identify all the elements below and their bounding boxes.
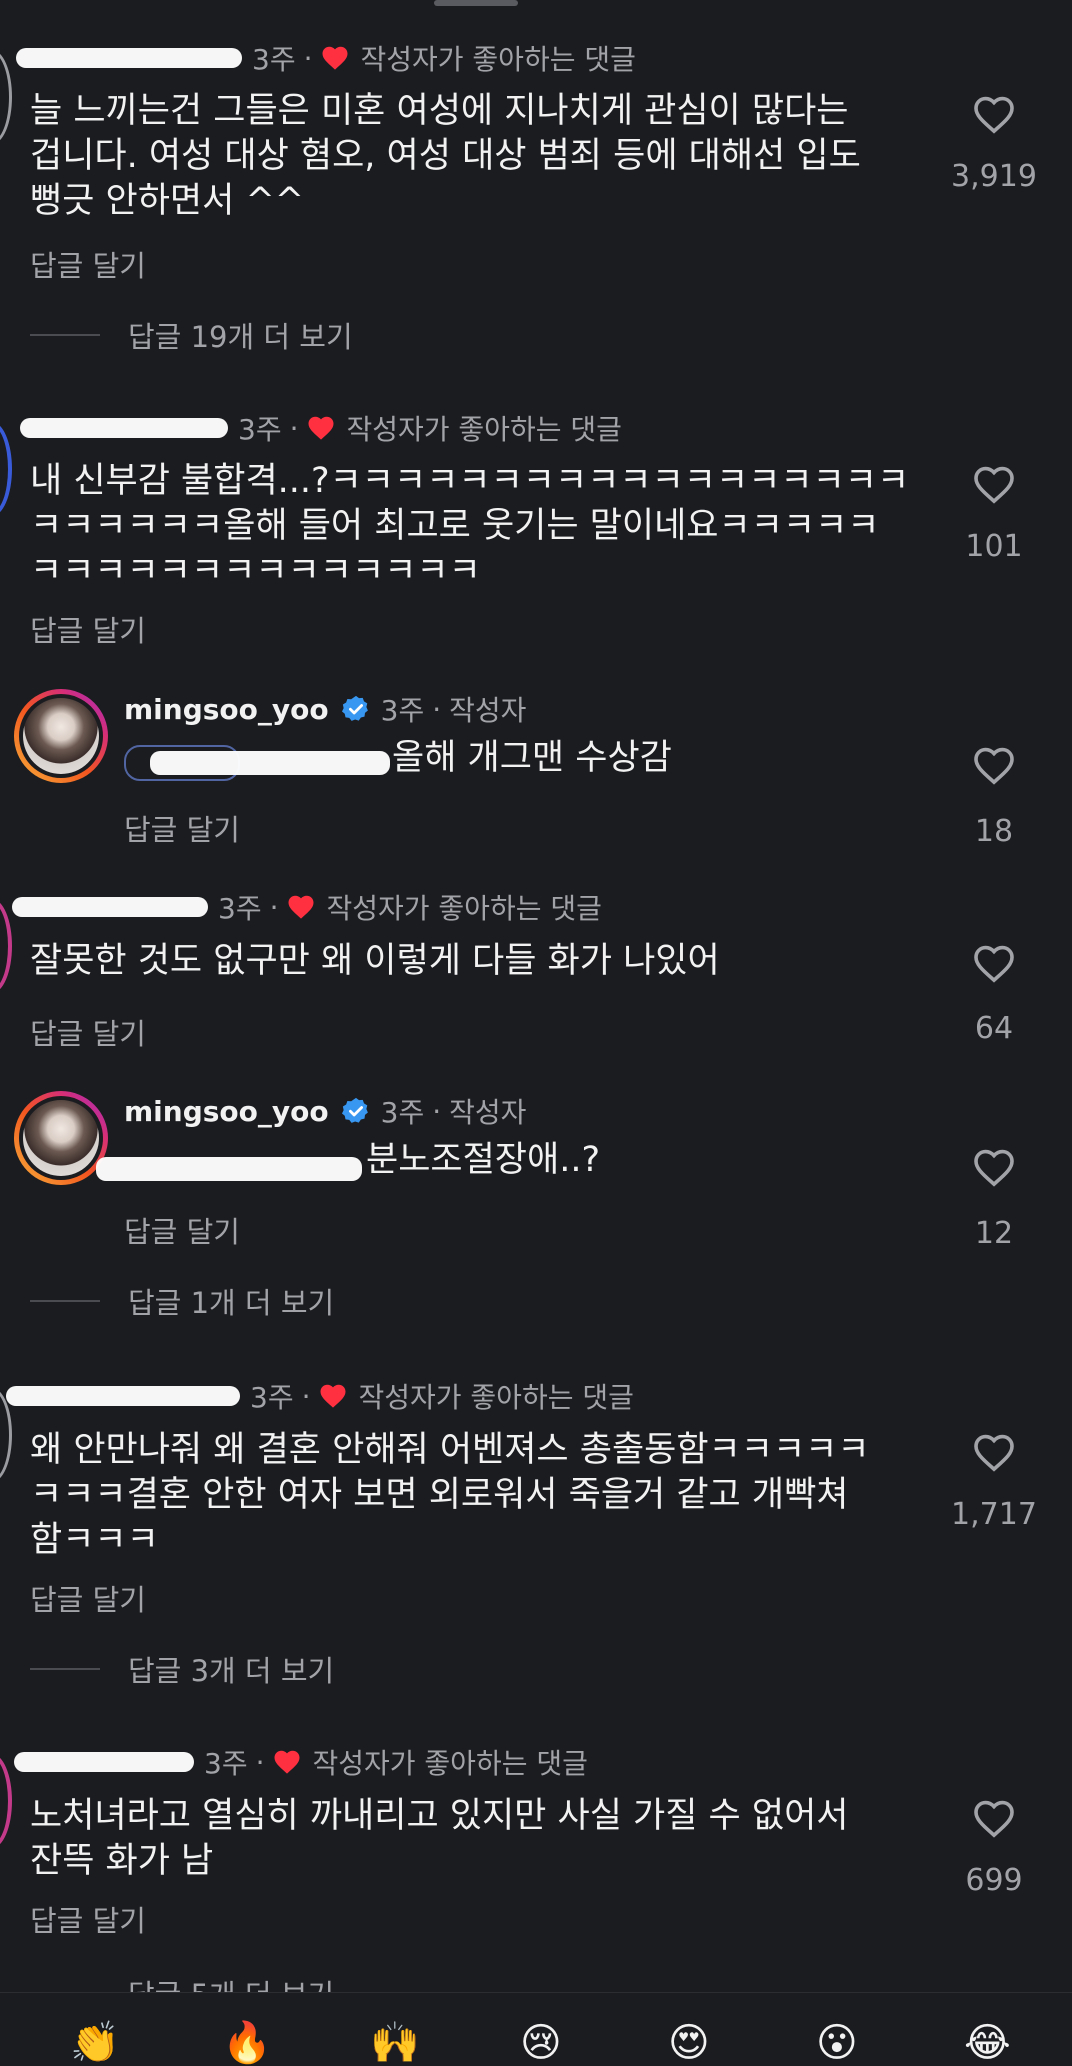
reply-button[interactable]: 답글 달기 [124,1209,240,1251]
reply-button[interactable]: 답글 달기 [30,1577,146,1619]
separator-dot: · [303,41,313,75]
raised-hands-emoji-icon[interactable]: 🙌 [370,2023,420,2063]
view-more-replies[interactable]: 답글 19개 더 보기 [30,314,353,356]
heart-outline-icon[interactable] [968,939,1020,987]
emoji-reaction-bar: 👏 🔥 🙌 😢 😍 😮 😂 [0,1992,1072,2063]
reply-button[interactable]: 답글 달기 [124,807,240,849]
comment-time: 3주 [204,1747,248,1780]
clap-emoji-icon[interactable]: 👏 [70,2023,120,2063]
redacted-mention [96,1157,362,1181]
heart-filled-icon [320,1384,346,1408]
comment-meta: mingsoo_yoo 3주 · 작성자 [124,1091,526,1131]
divider-line [30,1300,100,1302]
heart-outline-icon[interactable] [968,90,1020,138]
separator-dot: · [301,1379,311,1413]
comment-meta: 3주 · 작성자가 좋아하는 댓글 [20,408,622,448]
view-more-replies[interactable]: 답글 1개 더 보기 [30,1280,334,1322]
heart-outline-icon[interactable] [968,1794,1020,1842]
heart-filled-icon [322,46,348,70]
comment-time: 3주 [238,413,282,446]
drag-handle[interactable] [434,0,518,6]
crying-face-emoji-icon[interactable]: 😢 [520,2023,562,2063]
author-tag: 작성자 [449,694,527,727]
redacted-username [20,418,228,438]
heart-outline-icon[interactable] [968,460,1020,508]
comment-time: 3주 [252,43,296,76]
surprised-face-emoji-icon[interactable]: 😮 [816,2023,858,2063]
like-count: 64 [974,1011,1014,1046]
comment-text: 분노조절장애..? [366,1140,601,1180]
reply-button[interactable]: 답글 달기 [30,608,146,650]
view-more-replies[interactable]: 답글 3개 더 보기 [30,1648,334,1690]
liked-by-author-label: 작성자가 좋아하는 댓글 [312,1747,588,1780]
comment-text: 노처녀라고 열심히 까내리고 있지만 사실 가질 수 없어서 잔뜩 화가 남 [30,1796,849,1881]
like-count: 1,717 [951,1497,1037,1532]
comment-text: 내 신부감 불합격...?ㅋㅋㅋㅋㅋㅋㅋㅋㅋㅋㅋㅋㅋㅋㅋㅋㅋㅋ ㅋㅋㅋㅋㅋㅋ올해… [30,461,910,591]
heart-filled-icon [274,1750,300,1774]
comment-time: 3주 [250,1381,294,1414]
laughing-face-emoji-icon[interactable]: 😂 [964,2023,1011,2063]
avatar[interactable] [0,422,12,516]
heart-outline-icon[interactable] [968,741,1020,789]
comment-time: 3주 [218,892,262,925]
separator-dot: · [289,411,299,445]
verified-badge-icon [341,695,368,721]
comment-time: 3주 [380,694,425,727]
separator-dot: · [269,890,279,924]
comment-time: 3주 [380,1096,425,1129]
comment-meta: 3주 · 작성자가 좋아하는 댓글 [16,38,636,78]
view-more-label: 답글 19개 더 보기 [128,320,353,354]
reply-button[interactable]: 답글 달기 [30,243,146,285]
view-more-label: 답글 3개 더 보기 [128,1654,335,1688]
username[interactable]: mingsoo_yoo [124,1095,329,1128]
avatar[interactable] [14,689,108,783]
heart-filled-icon [288,895,314,919]
redacted-username [12,897,208,917]
like-count: 699 [965,1863,1023,1898]
comment-meta: 3주 · 작성자가 좋아하는 댓글 [6,1376,634,1416]
divider-line [30,334,100,336]
comment-text: 늘 느끼는건 그들은 미혼 여성에 지나치게 관심이 많다는 겁니다. 여성 대… [30,91,861,221]
heart-eyes-emoji-icon[interactable]: 😍 [668,2023,710,2063]
redacted-username [14,1752,194,1772]
heart-filled-icon [308,416,334,440]
comment-meta: 3주 · 작성자가 좋아하는 댓글 [12,887,602,927]
comment-meta: 3주 · 작성자가 좋아하는 댓글 [14,1742,588,1782]
redacted-mention [150,751,390,775]
liked-by-author-label: 작성자가 좋아하는 댓글 [346,413,622,446]
liked-by-author-label: 작성자가 좋아하는 댓글 [360,43,636,76]
like-count: 12 [974,1216,1014,1251]
like-count: 18 [974,814,1014,849]
heart-outline-icon[interactable] [968,1428,1020,1476]
view-more-label: 답글 1개 더 보기 [128,1286,335,1320]
comment-meta: mingsoo_yoo 3주 · 작성자 [124,689,526,729]
reply-button[interactable]: 답글 달기 [30,1898,146,1940]
heart-outline-icon[interactable] [968,1143,1020,1191]
verified-badge-icon [341,1097,368,1123]
separator-dot: · [255,1745,265,1779]
username[interactable]: mingsoo_yoo [124,693,329,726]
avatar[interactable] [0,50,12,144]
author-tag: 작성자 [449,1096,527,1129]
avatar-photo [23,1100,99,1176]
redacted-username [6,1386,240,1406]
comment-text: 잘못한 것도 없구만 왜 이렇게 다들 화가 나있어 [30,941,720,981]
separator-dot: · [432,692,442,726]
liked-by-author-label: 작성자가 좋아하는 댓글 [358,1381,634,1414]
like-count: 101 [965,529,1023,564]
separator-dot: · [432,1094,442,1128]
avatar[interactable] [0,1754,12,1848]
comment-text: 왜 안만나줘 왜 결혼 안해줘 어벤져스 총출동함ㅋㅋㅋㅋㅋ ㅋㅋㅋ결혼 안한 … [30,1430,870,1560]
avatar[interactable] [0,899,12,993]
comment-text: 올해 개그맨 수상감 [392,738,672,778]
liked-by-author-label: 작성자가 좋아하는 댓글 [326,892,602,925]
avatar-photo [23,698,99,774]
reply-button[interactable]: 답글 달기 [30,1011,146,1053]
avatar[interactable] [14,1091,108,1185]
like-count: 3,919 [951,159,1037,194]
redacted-username [16,48,242,68]
divider-line [30,1668,100,1670]
fire-emoji-icon[interactable]: 🔥 [222,2023,272,2063]
